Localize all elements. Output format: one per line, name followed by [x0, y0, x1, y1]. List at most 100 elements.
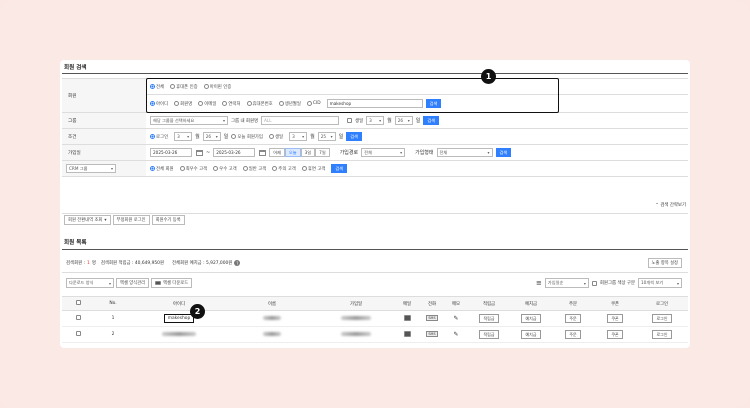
coupon-button[interactable]: 쿠폰 [607, 313, 623, 323]
joindate-search-button[interactable]: 검색 [495, 148, 512, 157]
member-id-link[interactable]: makeshop [163, 314, 195, 323]
masked-joindate [341, 331, 371, 336]
manual-register-button[interactable]: 회원수기 등록 [151, 215, 185, 225]
deposit-button[interactable]: 예치금 [521, 329, 541, 339]
col-memo: 메모 [444, 296, 468, 311]
download-format-select[interactable]: 다운로드 양식 ▾ [66, 278, 114, 288]
tool-buttons: 회원 전환내역 조회 ▾ 부정회원 로그인 회원수기 등록 [64, 215, 185, 225]
cond-month-select[interactable]: 3 ▾ [289, 132, 308, 141]
masked-joindate [341, 315, 371, 320]
join-path-select[interactable]: 전체 ▾ [361, 148, 406, 157]
row-checkbox[interactable] [75, 331, 81, 336]
join-type-select[interactable]: 전체 ▾ [436, 148, 493, 157]
radio-crm-dormant[interactable]: 휴면 고객 [301, 166, 325, 172]
col-joindate: 가입일 [318, 296, 394, 311]
pencil-icon[interactable]: ✎ [453, 315, 458, 322]
col-name: 이름 [226, 296, 318, 311]
radio-today-join[interactable]: 오늘 회원가입 [231, 134, 263, 140]
history-button[interactable]: 회원 전환내역 조회 ▾ [64, 215, 111, 225]
table-row: 1 makeshop SMS ✎ 적립금 예치금 주문 쿠폰 로그인 [62, 310, 688, 327]
table-header: No. 아이디 이름 가입일 메일 전화 메모 적립금 예치금 주문 쿠폰 로그… [62, 296, 688, 311]
search-count: 1 [87, 260, 90, 266]
search-count-label: 검색회원 : [66, 261, 86, 266]
joindate-label: 가입일 [62, 144, 146, 161]
in-group-label: 그룹 내 회원명 [231, 118, 259, 124]
radio-login[interactable]: 로그인 [150, 134, 168, 140]
crm-group-select[interactable]: CRM 그룹 ▾ [66, 164, 116, 173]
login-day-select[interactable]: 26 ▾ [202, 132, 221, 141]
col-deposit: 예치금 [510, 296, 552, 311]
radio-birthday[interactable]: 생일 [268, 134, 283, 140]
col-id: 아이디 [132, 296, 226, 311]
per-page-select[interactable]: 10개씩 보기 ▾ [638, 278, 682, 288]
points-summary: 검색회원 적립금 : 40,649,950원 [100, 261, 165, 266]
order-button[interactable]: 주문 [565, 313, 581, 323]
group-label: 그룹 [62, 112, 146, 129]
divider [62, 73, 688, 74]
date-from-input[interactable]: 2025-03-26 [150, 148, 192, 157]
group-color-label: 회원그룹 색상 구분 [599, 281, 635, 286]
coupon-button[interactable]: 쿠폰 [607, 329, 623, 339]
month-unit: 월 [195, 134, 200, 140]
cond-day-select[interactable]: 25 ▾ [317, 132, 336, 141]
deposit-button[interactable]: 예치금 [521, 313, 541, 323]
sms-icon[interactable]: SMS [426, 331, 438, 337]
sort-icon: ≡ [536, 279, 542, 287]
radio-crm-caution[interactable]: 주의 고객 [272, 166, 296, 172]
calendar-icon[interactable] [259, 149, 267, 156]
fraud-login-button[interactable]: 부정회원 로그인 [112, 215, 150, 225]
login-button[interactable]: 로그인 [652, 313, 672, 323]
col-no: No. [94, 296, 132, 311]
toggle-advanced-link[interactable]: ⌃ 검색 간략보기 [655, 202, 686, 208]
calendar-icon[interactable] [196, 149, 203, 156]
group-select[interactable]: 해당 그룹을 선택하세요 ▾ [150, 116, 228, 125]
col-check [62, 296, 94, 311]
in-group-input[interactable]: ALL [261, 116, 340, 125]
group-search-button[interactable]: 검색 [423, 116, 440, 125]
step-badge-2: 2 [190, 304, 205, 319]
masked-name [263, 331, 281, 336]
points-button[interactable]: 적립금 [479, 329, 499, 339]
deposit-summary: 전체회원 예치금 : 5,927,000원 [172, 261, 233, 266]
sms-icon[interactable]: SMS [426, 315, 438, 321]
crm-search-button[interactable]: 검색 [331, 164, 348, 173]
radio-crm-all[interactable]: 전체 회원 [150, 166, 174, 172]
row-checkbox[interactable] [75, 315, 81, 320]
masked-id[interactable] [162, 331, 196, 336]
radio-crm-vip[interactable]: 최우수 고객 [179, 166, 207, 172]
masked-name [263, 315, 281, 320]
login-month-select[interactable]: 3 ▾ [174, 132, 193, 141]
excel-download-button[interactable]: 엑셀 다운로드 [151, 278, 193, 288]
date-today-button[interactable]: 오늘 [284, 148, 301, 157]
excel-format-button[interactable]: 엑셀 양식관리 [116, 278, 150, 288]
points-button[interactable]: 적립금 [479, 313, 499, 323]
order-button[interactable]: 주문 [565, 329, 581, 339]
group-color-checkbox[interactable] [591, 280, 597, 286]
sort-select[interactable]: 가입일순 ▾ [544, 278, 589, 288]
date-7days-button[interactable]: 7일 [315, 148, 330, 157]
radio-crm-normal[interactable]: 일반 고객 [242, 166, 266, 172]
join-path-label: 가입경로 [339, 150, 359, 156]
login-button[interactable]: 로그인 [652, 329, 672, 339]
date-3days-button[interactable]: 3일 [300, 148, 316, 157]
date-yesterday-button[interactable]: 어제 [269, 148, 285, 157]
question-icon[interactable]: ? [234, 260, 241, 266]
pencil-icon[interactable]: ✎ [453, 331, 458, 338]
month-unit: 월 [310, 134, 315, 140]
divider [62, 249, 688, 250]
mail-icon[interactable] [403, 330, 411, 337]
select-all-checkbox[interactable] [75, 300, 81, 305]
exposure-settings-button[interactable]: 노출 항목 설정 [647, 258, 682, 268]
crm-cell: CRM 그룹 ▾ [62, 160, 146, 177]
birthday-month-select[interactable]: 3 ▾ [366, 116, 385, 125]
date-to-input[interactable]: 2025-03-26 [213, 148, 256, 157]
mail-icon[interactable] [403, 314, 411, 321]
summary-bar: 검색회원 : 1 명 검색회원 적립금 : 40,649,950원 전체회원 예… [66, 260, 241, 266]
step-badge-1: 1 [481, 69, 496, 84]
birthday-checkbox[interactable] [347, 118, 353, 123]
condition-search-button[interactable]: 검색 [346, 132, 363, 141]
birthday-day-select[interactable]: 26 ▾ [394, 116, 413, 125]
radio-crm-good[interactable]: 우수 고객 [213, 166, 237, 172]
member-label: 회원 [62, 78, 146, 113]
member-panel: 회원 검색 회원 전체 휴대폰 인증 아이핀 인증 아이디 회원명 이메일 연락… [60, 60, 690, 348]
